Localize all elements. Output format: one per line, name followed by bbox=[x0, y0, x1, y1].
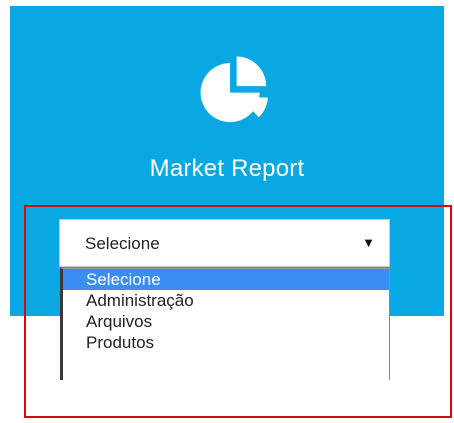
dropdown-list: Selecione Administração Arquivos Produto… bbox=[60, 268, 390, 380]
dropdown-option-produtos[interactable]: Produtos bbox=[63, 332, 389, 353]
category-select[interactable]: Selecione ▼ bbox=[59, 219, 390, 267]
select-value: Selecione bbox=[85, 234, 160, 253]
dropdown-option-selecione[interactable]: Selecione bbox=[63, 269, 389, 290]
app-title: Market Report bbox=[149, 155, 305, 182]
pie-chart-icon bbox=[200, 56, 268, 123]
dropdown-option-administracao[interactable]: Administração bbox=[63, 290, 389, 311]
dropdown-option-arquivos[interactable]: Arquivos bbox=[63, 311, 389, 332]
dropdown-arrow-icon: ▼ bbox=[362, 235, 375, 250]
